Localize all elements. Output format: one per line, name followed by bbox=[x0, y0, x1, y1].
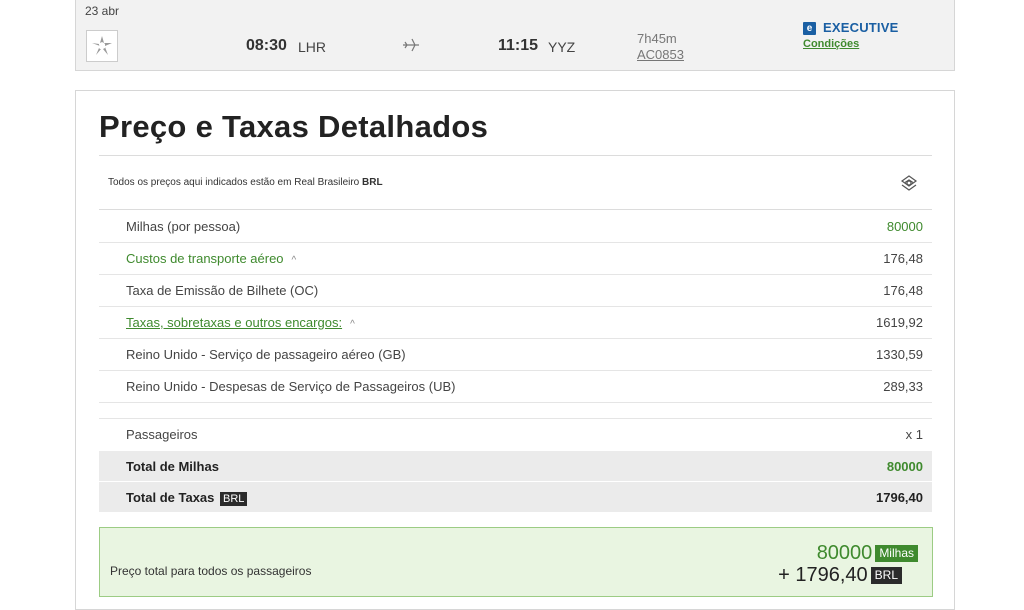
row-value: 1796,40 bbox=[876, 490, 923, 505]
row-value: 80000 bbox=[886, 459, 923, 474]
total-miles-row: Total de Milhas 80000 bbox=[99, 451, 932, 482]
arrival-airport: YYZ bbox=[548, 39, 576, 55]
row-value: 1619,92 bbox=[876, 315, 923, 330]
chevron-up-icon: ^ bbox=[350, 319, 355, 330]
cabin-class: EXECUTIVE bbox=[823, 20, 899, 35]
cabin-class-icon: e bbox=[803, 22, 816, 35]
spacer-row bbox=[99, 403, 932, 419]
summary-label: Preço total para todos os passageiros bbox=[110, 564, 312, 578]
price-details-card: Preço e Taxas Detalhados Todos os preços… bbox=[75, 90, 955, 610]
airline-logo bbox=[86, 30, 118, 62]
price-breakdown-table: Milhas (por pessoa) 80000 Custos de tran… bbox=[99, 211, 932, 513]
page-title: Preço e Taxas Detalhados bbox=[99, 109, 489, 144]
flight-number-link[interactable]: AC0853 bbox=[637, 47, 684, 62]
table-row: Taxa de Emissão de Bilhete (OC) 176,48 bbox=[99, 275, 932, 307]
conditions-link[interactable]: Condições bbox=[803, 38, 859, 50]
taxes-fees-toggle[interactable]: Taxas, sobretaxas e outros encargos: ^ 16… bbox=[99, 307, 932, 339]
currency-code: BRL bbox=[362, 177, 383, 188]
currency-badge: BRL bbox=[220, 492, 248, 506]
arrival-time: 11:15 bbox=[498, 37, 539, 54]
passengers-row: Passageiros x 1 bbox=[99, 419, 932, 451]
row-label: Taxa de Emissão de Bilhete (OC) bbox=[126, 283, 319, 298]
miles-badge: Milhas bbox=[875, 545, 918, 563]
air-transport-costs-toggle[interactable]: Custos de transporte aéreo ^ 176,48 bbox=[99, 243, 932, 275]
table-row: Milhas (por pessoa) 80000 bbox=[99, 211, 932, 243]
plane-icon bbox=[401, 36, 421, 59]
row-label: Total de Milhas bbox=[126, 459, 219, 474]
table-row: Reino Unido - Despesas de Serviço de Pas… bbox=[99, 371, 932, 403]
total-price-summary: Preço total para todos os passageiros 80… bbox=[99, 527, 933, 597]
row-value: x 1 bbox=[905, 427, 923, 442]
row-label: Passageiros bbox=[126, 427, 198, 442]
divider bbox=[99, 209, 932, 210]
row-value: 289,33 bbox=[883, 379, 923, 394]
departure-time: 08:30 bbox=[246, 37, 287, 54]
currency-badge: BRL bbox=[870, 567, 902, 585]
row-label: Total de Taxas BRL bbox=[126, 490, 248, 506]
star-alliance-icon bbox=[92, 36, 112, 55]
table-row: Reino Unido - Serviço de passageiro aére… bbox=[99, 339, 932, 371]
currency-note: Todos os preços aqui indicados estão em … bbox=[108, 177, 383, 188]
divider bbox=[99, 155, 932, 156]
row-label: Custos de transporte aéreo ^ bbox=[126, 251, 297, 266]
currency-note-text: Todos os preços aqui indicados estão em … bbox=[108, 177, 363, 188]
summary-brl: + 1796,40 BRL bbox=[778, 564, 902, 587]
flight-duration: 7h45m bbox=[637, 31, 677, 46]
row-label: Taxas, sobretaxas e outros encargos: ^ bbox=[126, 315, 355, 330]
summary-miles: 80000 Milhas bbox=[817, 542, 918, 565]
row-label: Milhas (por pessoa) bbox=[126, 219, 241, 234]
row-value: 1330,59 bbox=[876, 347, 923, 362]
chevron-up-icon: ^ bbox=[291, 255, 297, 266]
flight-segment-row: 23 abr 08:30 LHR 11:15 YYZ 7h45m AC0853 … bbox=[75, 0, 955, 71]
row-value: 80000 bbox=[886, 219, 923, 234]
row-value: 176,48 bbox=[883, 251, 923, 266]
departure-airport: LHR bbox=[298, 39, 327, 55]
row-label: Reino Unido - Serviço de passageiro aére… bbox=[126, 347, 406, 362]
flight-date: 23 abr bbox=[85, 4, 120, 18]
currency-converter-icon[interactable] bbox=[898, 173, 920, 200]
row-value: 176,48 bbox=[883, 283, 923, 298]
total-taxes-row: Total de Taxas BRL 1796,40 bbox=[99, 482, 932, 513]
row-label: Reino Unido - Despesas de Serviço de Pas… bbox=[126, 379, 456, 394]
